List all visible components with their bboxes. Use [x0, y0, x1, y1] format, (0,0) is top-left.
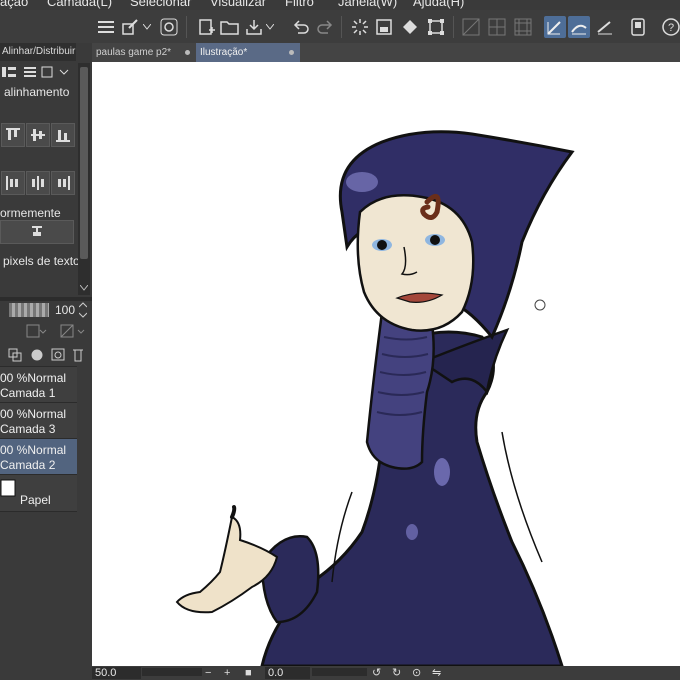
menu-item-view[interactable]: Visualizar	[210, 0, 266, 9]
distribute-section-label: ormemente	[0, 206, 61, 220]
align-section-label: alinhamento	[4, 85, 70, 99]
layer-row-paper[interactable]: Papel	[0, 475, 77, 512]
menu-item-filter[interactable]: Filtro	[285, 0, 314, 9]
tab-close-icon[interactable]	[289, 50, 294, 55]
ruler-icon[interactable]	[486, 16, 508, 38]
menu-item-layer[interactable]: Camada(L)	[47, 0, 112, 9]
tab-paulas-game[interactable]: paulas game p2*	[92, 43, 196, 62]
rotation-slider[interactable]	[312, 668, 367, 676]
layer-name: Camada 1	[0, 386, 56, 400]
distribute-right-button[interactable]	[51, 171, 75, 195]
drawing-canvas[interactable]	[92, 62, 680, 666]
reference-layer-icon[interactable]	[60, 324, 86, 340]
redo-icon[interactable]	[314, 16, 336, 38]
rotation-value[interactable]: 0.0	[265, 667, 310, 679]
toolbar: ?	[0, 10, 680, 44]
snap-to-ruler-icon[interactable]	[544, 16, 566, 38]
zoom-value[interactable]: 50.0	[92, 667, 141, 679]
tab-close-icon[interactable]	[185, 50, 190, 55]
menu-item-partial[interactable]: ação	[0, 0, 28, 9]
clip-layer-icon[interactable]	[26, 324, 48, 340]
layer-name: Camada 3	[0, 422, 56, 436]
layer-opacity-mode: 00 %Normal	[0, 443, 67, 457]
status-bar: 50.0 − + ■ 0.0 ↺ ↻ ⊙ ⇋	[92, 666, 680, 680]
fill-bucket-icon[interactable]	[399, 16, 421, 38]
grid-icon[interactable]	[460, 16, 482, 38]
zoom-out-icon[interactable]: −	[205, 666, 211, 680]
document-tabs: paulas game p2* Ilustração*	[92, 43, 680, 62]
chevron-down-icon[interactable]	[141, 16, 153, 38]
undo-icon[interactable]	[290, 16, 312, 38]
align-top-button[interactable]	[1, 123, 25, 147]
layer-row-camada-1[interactable]: 00 %Normal Camada 1	[0, 367, 77, 403]
panel-scrollbar[interactable]	[78, 63, 90, 295]
guide-icon[interactable]	[512, 16, 534, 38]
new-file-icon[interactable]	[195, 16, 217, 38]
align-toolbar-row	[0, 63, 74, 81]
distribute-evenly-button[interactable]	[0, 220, 74, 244]
layer-row-camada-3[interactable]: 00 %Normal Camada 3	[0, 403, 77, 439]
zoom-in-icon[interactable]: +	[224, 666, 230, 680]
rotate-left-icon[interactable]: ↺	[372, 666, 381, 680]
flip-icon[interactable]: ⇋	[432, 666, 441, 680]
save-icon[interactable]	[243, 16, 265, 38]
menu-item-select[interactable]: Selecionar	[130, 0, 191, 9]
menu-bar: ação Camada(L) Selecionar Visualizar Fil…	[0, 0, 680, 10]
distribute-left-button[interactable]	[1, 171, 25, 195]
transform-icon[interactable]	[425, 16, 447, 38]
layer-opacity-mode: 00 %Normal	[0, 407, 67, 421]
menu-icon[interactable]	[95, 16, 117, 38]
panel-title: Alinhar/Distribuir	[0, 43, 76, 61]
tab-ilustracao[interactable]: Ilustração*	[196, 43, 300, 62]
stop-icon[interactable]: ■	[245, 666, 252, 680]
character-illustration	[175, 130, 575, 666]
open-folder-icon[interactable]	[219, 16, 241, 38]
chevron-down-icon[interactable]	[264, 16, 276, 38]
brush-cursor	[534, 299, 546, 311]
swirl-icon[interactable]	[158, 16, 180, 38]
brush-icon[interactable]	[119, 16, 141, 38]
sparkle-icon[interactable]	[349, 16, 371, 38]
layer-opacity-mode: 00 %Normal	[0, 371, 67, 385]
opacity-value[interactable]: 100	[55, 303, 75, 317]
layer-actions-row	[8, 348, 83, 362]
tab-label: Ilustração*	[200, 47, 248, 58]
paper-layer-name: Papel	[20, 493, 51, 507]
menu-item-window[interactable]: Janela(W)	[338, 0, 397, 9]
tab-label: paulas game p2*	[96, 47, 172, 58]
layer-row-camada-2[interactable]: 00 %Normal Camada 2	[0, 439, 77, 475]
zoom-slider[interactable]	[142, 668, 202, 676]
rotate-right-icon[interactable]: ↻	[392, 666, 401, 680]
layer-name: Camada 2	[0, 458, 56, 472]
align-middle-button[interactable]	[26, 123, 50, 147]
opacity-slider[interactable]	[9, 303, 49, 317]
snap-grid-icon[interactable]	[594, 16, 616, 38]
align-bottom-button[interactable]	[51, 123, 75, 147]
menu-item-help[interactable]: Ajuda(H)	[413, 0, 464, 9]
snap-special-icon[interactable]	[568, 16, 590, 38]
paper-thumbnail-icon	[0, 479, 16, 497]
reset-rotation-icon[interactable]: ⊙	[412, 666, 421, 680]
left-panel: Alinhar/Distribuir alinhamento ormemente…	[0, 43, 92, 680]
fill-icon[interactable]	[373, 16, 395, 38]
help-icon[interactable]: ?	[660, 16, 680, 38]
distribute-center-button[interactable]	[26, 171, 50, 195]
tablet-icon[interactable]	[627, 16, 649, 38]
opacity-stepper-icon[interactable]	[79, 302, 87, 318]
text-pixels-label: pixels de texto	[3, 254, 80, 268]
svg-text:?: ?	[668, 22, 674, 34]
